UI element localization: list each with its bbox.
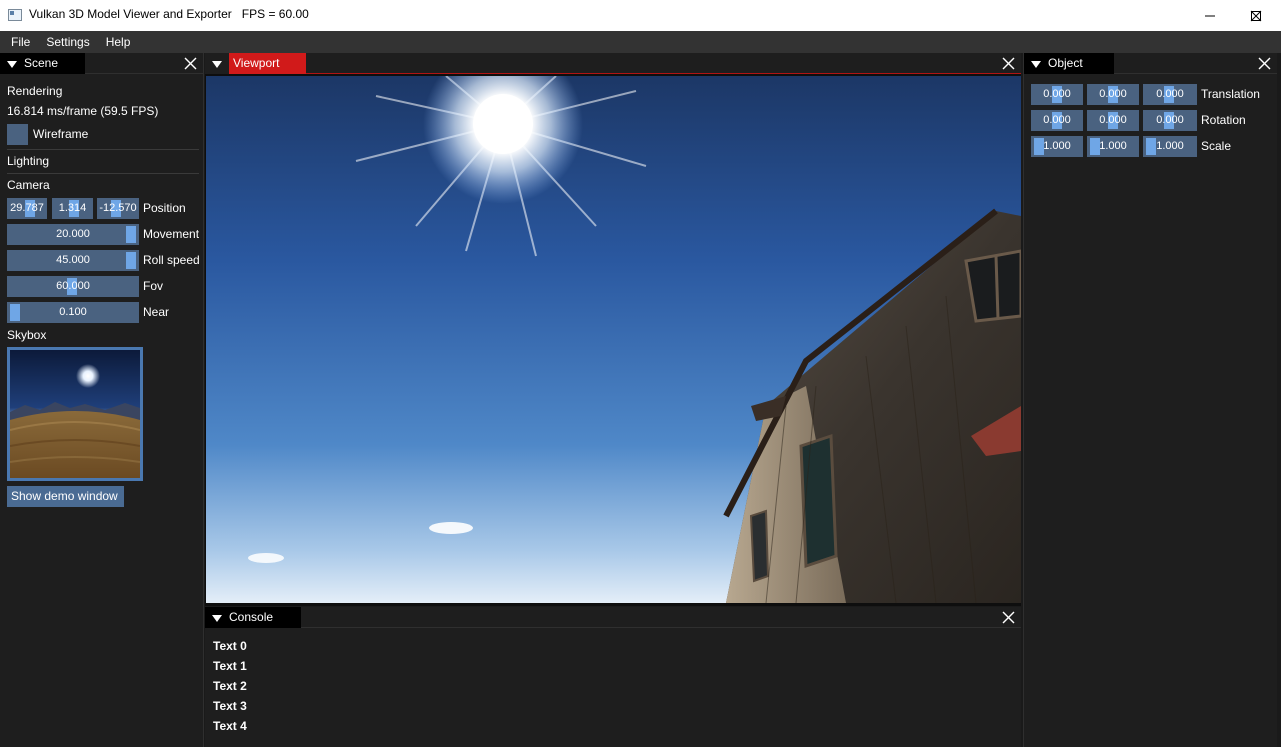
position-x-slider[interactable]: 29.787 xyxy=(7,198,47,219)
fov-value: 60.000 xyxy=(56,280,90,292)
scale-y-value: 1.000 xyxy=(1099,140,1127,152)
console-line: Text 1 xyxy=(213,659,247,673)
near-slider[interactable]: 0.100 xyxy=(7,302,139,323)
rotation-x-value: 0.000 xyxy=(1043,114,1071,126)
roll-speed-slider[interactable]: 45.000 xyxy=(7,250,139,271)
translation-z-slider[interactable]: 0.000 xyxy=(1143,84,1197,105)
rotation-label: Rotation xyxy=(1201,113,1246,127)
fov-slider[interactable]: 60.000 xyxy=(7,276,139,297)
frame-time-text: 16.814 ms/frame (59.5 FPS) xyxy=(7,104,159,118)
tab-viewport-label: Viewport xyxy=(233,56,280,70)
scale-label: Scale xyxy=(1201,139,1232,153)
fov-label: Fov xyxy=(143,279,164,293)
app-icon xyxy=(8,9,22,21)
rendered-scene-image xyxy=(206,76,1021,603)
close-icon xyxy=(1250,10,1262,21)
rotation-y-slider[interactable]: 0.000 xyxy=(1087,110,1139,131)
minimize-button[interactable] xyxy=(1187,0,1233,31)
console-panel: Console Text 0 Text 1 Text 2 Text 3 Text… xyxy=(205,607,1021,747)
position-z-slider[interactable]: -12.570 xyxy=(97,198,139,219)
position-label: Position xyxy=(143,201,186,215)
translation-z-value: 0.000 xyxy=(1156,88,1184,100)
minimize-icon xyxy=(1205,15,1215,16)
collapse-triangle-icon[interactable] xyxy=(205,53,229,74)
separator xyxy=(7,149,199,150)
viewport-render[interactable] xyxy=(206,76,1021,603)
close-icon[interactable] xyxy=(1258,57,1271,70)
near-value: 0.100 xyxy=(59,306,87,318)
viewport-panel-header: Viewport xyxy=(205,53,1021,74)
console-line: Text 0 xyxy=(213,639,247,653)
collapse-triangle-icon[interactable] xyxy=(205,607,229,628)
tab-object[interactable]: Object xyxy=(1024,53,1114,74)
rotation-x-slider[interactable]: 0.000 xyxy=(1031,110,1083,131)
skybox-heading: Skybox xyxy=(7,328,47,342)
position-y-slider[interactable]: 1.314 xyxy=(52,198,93,219)
roll-speed-label: Roll speed xyxy=(143,253,200,267)
translation-label: Translation xyxy=(1201,87,1260,101)
window-title-bar: Vulkan 3D Model Viewer and Exporter FPS … xyxy=(0,0,1281,31)
menu-bar: File Settings Help xyxy=(0,31,1281,53)
position-z-value: -12.570 xyxy=(99,202,137,214)
translation-x-slider[interactable]: 0.000 xyxy=(1031,84,1083,105)
skybox-thumbnail[interactable] xyxy=(7,347,143,481)
translation-x-value: 0.000 xyxy=(1043,88,1071,100)
menu-file[interactable]: File xyxy=(0,31,38,53)
scale-z-value: 1.000 xyxy=(1156,140,1184,152)
translation-y-slider[interactable]: 0.000 xyxy=(1087,84,1139,105)
collapse-triangle-icon[interactable] xyxy=(0,53,24,74)
roll-speed-value: 45.000 xyxy=(56,254,90,266)
show-demo-window-button[interactable]: Show demo window xyxy=(7,486,124,507)
scale-y-slider[interactable]: 1.000 xyxy=(1087,136,1139,157)
console-line: Text 3 xyxy=(213,699,247,713)
tab-console-label: Console xyxy=(229,610,274,624)
near-label: Near xyxy=(143,305,170,319)
tab-scene[interactable]: Scene xyxy=(0,53,85,74)
close-icon[interactable] xyxy=(184,57,197,70)
scene-panel-header: Scene xyxy=(0,53,203,74)
skybox-preview-image xyxy=(10,350,140,478)
menu-settings[interactable]: Settings xyxy=(38,31,97,53)
tab-viewport[interactable]: Viewport xyxy=(205,53,306,74)
scale-x-slider[interactable]: 1.000 xyxy=(1031,136,1083,157)
movement-slider[interactable]: 20.000 xyxy=(7,224,139,245)
rotation-z-slider[interactable]: 0.000 xyxy=(1143,110,1197,131)
movement-label: Movement xyxy=(143,227,200,241)
tab-scene-label: Scene xyxy=(24,56,59,70)
viewport-panel: Viewport xyxy=(205,53,1021,606)
position-y-value: 1.314 xyxy=(58,202,87,214)
lighting-heading[interactable]: Lighting xyxy=(7,154,49,168)
translation-y-value: 0.000 xyxy=(1099,88,1127,100)
camera-heading: Camera xyxy=(7,178,50,192)
console-panel-header: Console xyxy=(205,607,1021,628)
scale-z-slider[interactable]: 1.000 xyxy=(1143,136,1197,157)
position-x-value: 29.787 xyxy=(10,202,44,214)
object-panel: Object xyxy=(1023,53,1277,747)
console-line: Text 2 xyxy=(213,679,247,693)
object-panel-header: Object xyxy=(1024,53,1277,74)
tab-object-label: Object xyxy=(1048,56,1083,70)
rotation-y-value: 0.000 xyxy=(1099,114,1127,126)
console-line: Text 4 xyxy=(213,719,247,733)
rotation-z-value: 0.000 xyxy=(1156,114,1184,126)
window-title: Vulkan 3D Model Viewer and Exporter FPS … xyxy=(29,7,309,21)
tab-console[interactable]: Console xyxy=(205,607,301,628)
scale-x-value: 1.000 xyxy=(1043,140,1071,152)
movement-value: 20.000 xyxy=(56,228,90,240)
close-icon[interactable] xyxy=(1002,57,1015,70)
collapse-triangle-icon[interactable] xyxy=(1024,53,1048,74)
rendering-heading: Rendering xyxy=(7,84,63,98)
close-icon[interactable] xyxy=(1002,611,1015,624)
separator xyxy=(7,173,199,174)
close-window-button[interactable] xyxy=(1233,0,1279,31)
wireframe-label: Wireframe xyxy=(33,127,89,141)
menu-help[interactable]: Help xyxy=(98,31,139,53)
wireframe-checkbox[interactable] xyxy=(7,124,28,145)
